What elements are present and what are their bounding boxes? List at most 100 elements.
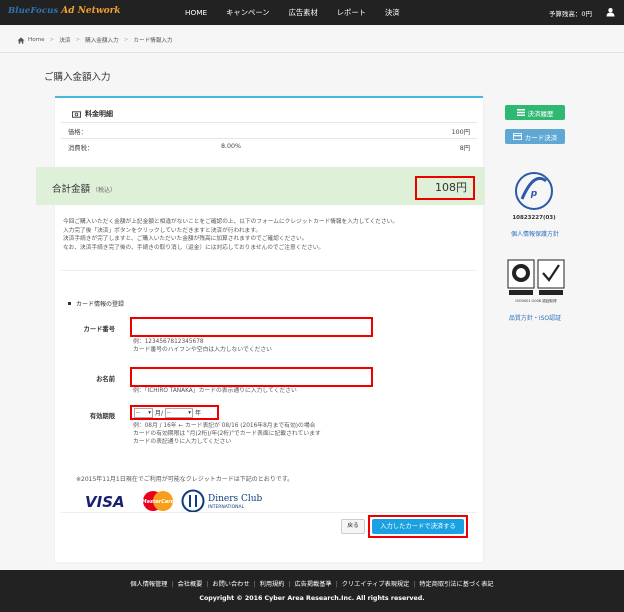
footer-separator: | (253, 581, 256, 588)
card-info-section-title: カード情報の登録 (68, 299, 124, 308)
breadcrumb-separator: > (123, 37, 129, 43)
footer-separator: | (206, 581, 209, 588)
footer-links: 個人情報管理 | 会社概要 | お問い合わせ | 利用規約 | 広告掲載基準 | クリエイティブ表現… (0, 579, 624, 588)
iso-certification-icon: ISO9001:2008 認証取得 (507, 259, 565, 303)
footer-separator: | (171, 581, 174, 588)
price-value: 100円 (451, 129, 470, 136)
tax-rate: 8.00% (221, 143, 242, 150)
breadcrumb-payment[interactable]: 決済 (59, 36, 70, 44)
privacy-mark-icon: p 10823227(03) (512, 172, 556, 221)
submit-payment-button[interactable]: 入力したカードで決済する (372, 519, 464, 534)
divider (61, 138, 477, 139)
card-number-field[interactable] (130, 317, 373, 337)
chevron-down-icon: ▾ (188, 409, 192, 416)
payment-history-button[interactable]: 決済履歴 (505, 105, 565, 120)
year-unit: 年 (195, 410, 202, 417)
divider (61, 270, 477, 271)
expiry-help: 例：08月 / 16年 ← カード表記が 08/16 (2016年8月まで有効)… (133, 422, 321, 446)
cardholder-name-field[interactable] (130, 367, 373, 387)
privacy-mark-number: 10823227(03) (512, 215, 556, 221)
payment-notice: 今回ご購入いただく金額が上記金額と相違がないことをご確認の上、以下のフォームにク… (63, 218, 475, 252)
notice-line: 決済手続きが完了しますと、ご購入いただいた金額が残高に加算されますのでご確認くだ… (63, 236, 308, 242)
nav-item-campaign[interactable]: キャンペーン (226, 8, 269, 18)
section-title-text: カード情報の登録 (76, 301, 125, 308)
history-button-label: 決済履歴 (527, 109, 554, 118)
expiry-select-group: -- ▾ 月/ -- ▾ 年 (130, 405, 219, 420)
back-button[interactable]: 戻る (341, 519, 365, 534)
total-label-text: 合計金額 (52, 184, 91, 195)
top-navbar: BlueFocus Ad Network HOME キャンペーン 広告素材 レポ… (0, 0, 624, 25)
breadcrumb-separator: > (49, 37, 55, 43)
main-nav: HOME キャンペーン 広告素材 レポート 決済 (185, 0, 419, 25)
expiry-month-select[interactable]: -- ▾ (134, 407, 153, 418)
logo-text-primary: BlueFocus (8, 6, 59, 16)
svg-text:p: p (530, 189, 538, 199)
tax-row: 消費税： 8.00% 8円 (68, 143, 470, 152)
user-icon[interactable] (606, 7, 615, 17)
expiry-help-line: 例：08月 / 16年 ← カード表記が 08/16 (2016年8月まで有効)… (133, 423, 316, 429)
money-icon (72, 110, 81, 118)
iso-caption: ISO9001:2008 認証取得 (515, 298, 557, 303)
name-label: お名前 (96, 376, 115, 383)
total-amount-value: 108円 (415, 176, 475, 200)
nav-item-report[interactable]: レポート (337, 8, 366, 18)
diners-club-logo: Diners Club INTERNATIONAL (181, 489, 263, 513)
visa-logo: VISA (85, 493, 125, 511)
price-row: 価格： 100円 (68, 127, 470, 136)
breadcrumb-home[interactable]: Home (28, 37, 45, 43)
quality-policy-link[interactable]: 品質方針・ISO認証 (498, 313, 572, 322)
bullet-square (68, 302, 71, 305)
nav-item-home[interactable]: HOME (185, 8, 207, 17)
payment-card-panel: 料金明細 価格： 100円 消費税： 8.00% 8円 合計金額 （税込） 108… (36, 96, 485, 562)
price-label: 価格： (68, 129, 87, 136)
logo-text-secondary: Ad Network (61, 6, 121, 16)
submit-highlight: 入力したカードで決済する (368, 515, 468, 538)
footer-link-commerce-law[interactable]: 特定商取引法に基づく表記 (419, 581, 493, 588)
privacy-policy-link[interactable]: 個人情報保護方針 (498, 229, 572, 238)
total-label-suffix: （税込） (92, 187, 117, 194)
divider (61, 122, 477, 123)
chevron-down-icon: ▾ (148, 409, 151, 416)
list-icon (516, 109, 525, 116)
expiry-label: 有効期限 (89, 413, 115, 420)
footer-link-company[interactable]: 会社概要 (178, 581, 203, 588)
notice-line: 今回ご購入いただく金額が上記金額と相違がないことをご確認の上、以下のフォームにク… (63, 219, 399, 225)
copyright: Copyright © 2016 Cyber Area Research.Inc… (199, 595, 425, 602)
footer-separator: | (335, 581, 338, 588)
mastercard-logo: MasterCard (142, 491, 175, 511)
brand-logo[interactable]: BlueFocus Ad Network (8, 6, 121, 19)
breadcrumb-separator: > (75, 37, 81, 43)
divider (0, 52, 624, 53)
fee-heading-label: 料金明細 (85, 110, 113, 118)
nav-item-creatives[interactable]: 広告素材 (289, 8, 318, 18)
total-label: 合計金額 （税込） (52, 181, 116, 195)
credit-card-icon (512, 133, 522, 140)
footer-link-contact[interactable]: お問い合わせ (212, 581, 249, 588)
notice-line: なお、決済手続き完了後の、手続きの取り消し（返金）には対応しておりませんのでご注… (63, 244, 325, 251)
breadcrumb: Home > 決済 > 購入金額入力 > カード情報入力 (17, 35, 173, 45)
month-value: -- (136, 409, 140, 416)
diners-subtext: INTERNATIONAL (208, 504, 245, 510)
card-number-example: 例：1234567812345678 (133, 339, 204, 345)
footer-link-privacy[interactable]: 個人情報管理 (130, 581, 167, 588)
expiry-help-line: カードの有効期限は "月(2桁)/年(2桁)"でカード表面に記載されています (133, 431, 321, 437)
expiry-year-select[interactable]: -- ▾ (165, 407, 194, 418)
footer-link-terms[interactable]: 利用規約 (260, 581, 285, 588)
footer-separator: | (413, 581, 416, 588)
total-amount-box: 合計金額 （税込） 108円 (36, 167, 485, 205)
expiry-help-line: カードの表記通りに入力してください (133, 439, 232, 445)
tax-label: 消費税： (68, 145, 94, 152)
mastercard-text: MasterCard (142, 499, 175, 505)
breadcrumb-amount[interactable]: 購入金額入力 (85, 36, 119, 44)
footer-link-creative-rules[interactable]: クリエイティブ表現規定 (342, 581, 410, 588)
nav-item-payment[interactable]: 決済 (385, 8, 400, 18)
visa-text: VISA (85, 493, 125, 511)
breadcrumb-card-info: カード情報入力 (133, 38, 173, 44)
tax-value: 8円 (459, 145, 470, 152)
card-payment-button[interactable]: カード決済 (505, 129, 565, 144)
card-number-help: 例：1234567812345678 カード番号のハイフンや空白は入力しないでく… (133, 338, 272, 354)
fee-details-heading: 料金明細 (72, 109, 113, 119)
footer-separator: | (288, 581, 291, 588)
footer-link-ad-standards[interactable]: 広告掲載基準 (294, 581, 331, 588)
card-number-label: カード番号 (83, 326, 115, 333)
